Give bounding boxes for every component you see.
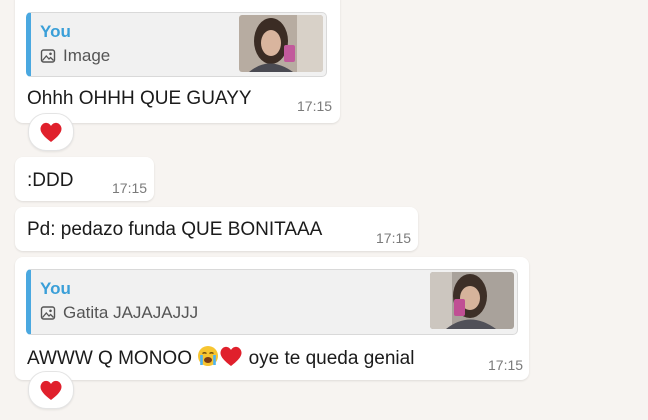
heart-icon xyxy=(40,380,62,400)
quote-label: Image xyxy=(63,46,111,65)
message-time: 17:15 xyxy=(297,98,333,114)
image-icon xyxy=(40,306,56,320)
quote-thumbnail xyxy=(239,15,323,72)
message-time: 17:15 xyxy=(376,230,412,246)
message-bubble[interactable]: You Gatita JAJAJAJJJ AWWW Q MONOO oye te… xyxy=(15,257,529,380)
reaction-badge[interactable] xyxy=(28,113,74,151)
message-text: :DDD xyxy=(27,170,74,191)
message-text: AWWW Q MONOO oye te queda genial xyxy=(27,345,414,370)
heart-icon xyxy=(40,122,62,142)
quoted-message[interactable]: You Image xyxy=(26,12,327,77)
message-text-part: AWWW Q MONOO xyxy=(27,348,192,369)
message-bubble[interactable]: :DDD 17:15 xyxy=(15,157,154,201)
quote-author: You xyxy=(40,279,71,298)
message-time: 17:15 xyxy=(488,357,524,373)
image-icon xyxy=(40,49,56,63)
quoted-message[interactable]: You Gatita JAJAJAJJJ xyxy=(26,269,518,335)
message-text: Pd: pedazo funda QUE BONITAAA xyxy=(27,219,323,240)
crying-face-icon xyxy=(198,346,219,366)
quote-label: Gatita JAJAJAJJJ xyxy=(63,303,199,322)
message-text-part: oye te queda genial xyxy=(248,348,415,369)
message-bubble[interactable]: Pd: pedazo funda QUE BONITAAA 17:15 xyxy=(15,207,418,251)
quote-thumbnail xyxy=(430,272,514,329)
reaction-badge[interactable] xyxy=(28,371,74,409)
message-bubble[interactable]: You Image Ohhh OHHH QUE GUAYY 17:15 xyxy=(15,0,340,123)
message-time: 17:15 xyxy=(112,180,148,196)
quote-author: You xyxy=(40,22,71,41)
message-text: Ohhh OHHH QUE GUAYY xyxy=(27,88,252,109)
red-heart-icon xyxy=(220,346,242,366)
